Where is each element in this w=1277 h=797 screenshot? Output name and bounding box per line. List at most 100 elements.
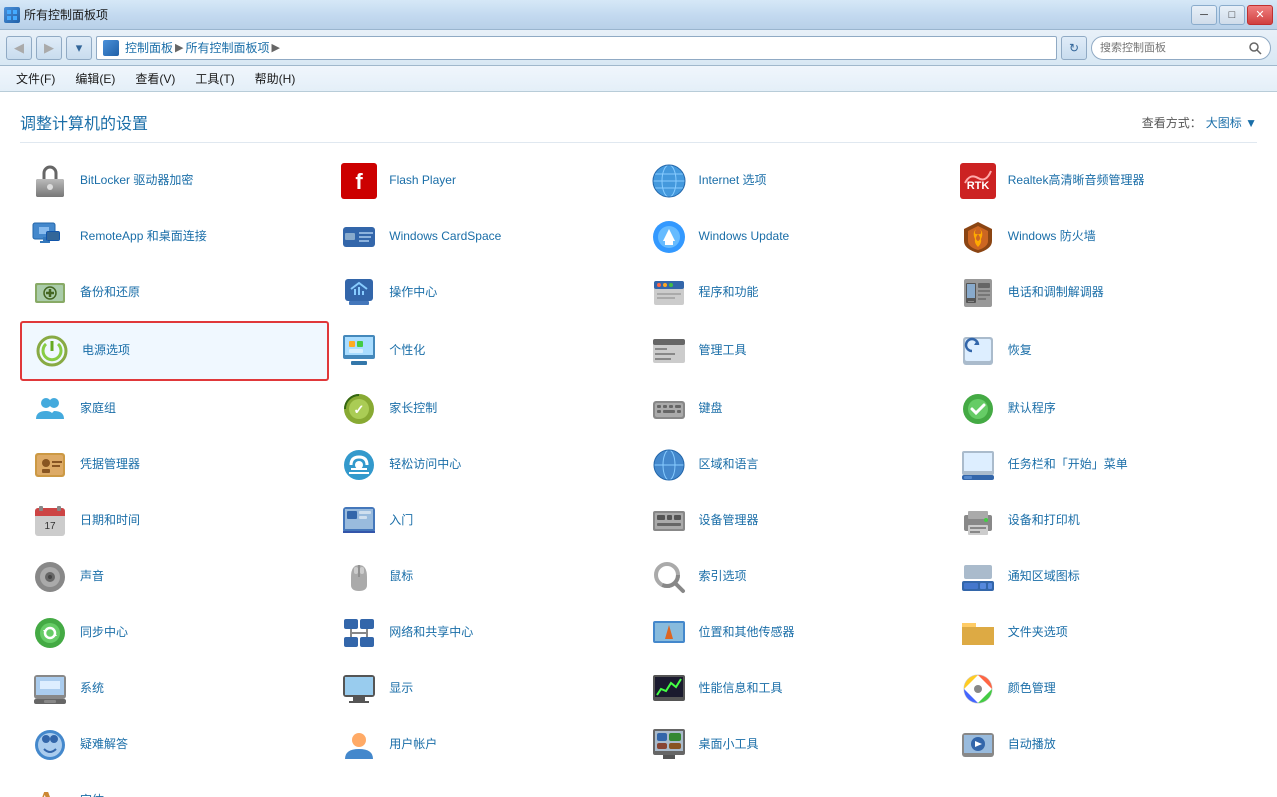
item-taskbar-label: 任务栏和「开始」菜单: [1008, 457, 1128, 473]
item-flash[interactable]: f Flash Player: [329, 153, 638, 209]
item-notifyarea[interactable]: 通知区域图标: [948, 549, 1257, 605]
item-cardspace[interactable]: Windows CardSpace: [329, 209, 638, 265]
item-winupdate[interactable]: Windows Update: [639, 209, 948, 265]
item-autoplay-label: 自动播放: [1008, 737, 1056, 753]
item-indexing[interactable]: 索引选项: [639, 549, 948, 605]
icon-ease: [339, 445, 379, 485]
item-gadget[interactable]: 桌面小工具: [639, 717, 948, 773]
item-devmgr[interactable]: 设备管理器: [639, 493, 948, 549]
item-parental[interactable]: ✓ 家长控制: [329, 381, 638, 437]
search-input[interactable]: [1100, 42, 1244, 54]
item-location-label: 位置和其他传感器: [699, 625, 795, 641]
item-user[interactable]: 用户帐户: [329, 717, 638, 773]
item-credential-label: 凭据管理器: [80, 457, 140, 473]
item-keyboard-label: 键盘: [699, 401, 723, 417]
item-fonts-label: 字体: [80, 793, 104, 797]
view-label: 查看方式：: [1142, 114, 1202, 131]
menu-help[interactable]: 帮助(H): [247, 68, 304, 89]
forward-button[interactable]: ▶: [36, 36, 62, 60]
view-options: 查看方式： 大图标 ▼: [1142, 114, 1257, 131]
icon-location: [649, 613, 689, 653]
item-default[interactable]: 默认程序: [948, 381, 1257, 437]
back-button[interactable]: ◀: [6, 36, 32, 60]
menu-bar: 文件(F) 编辑(E) 查看(V) 工具(T) 帮助(H): [0, 66, 1277, 92]
breadcrumb-home-icon: [103, 40, 119, 56]
item-color-label: 颜色管理: [1008, 681, 1056, 697]
icon-firewall: [958, 217, 998, 257]
title-bar-controls: ─ □ ✕: [1191, 5, 1273, 25]
recent-button[interactable]: ▾: [66, 36, 92, 60]
menu-tools[interactable]: 工具(T): [187, 68, 242, 89]
item-datetime[interactable]: 17 日期和时间: [20, 493, 329, 549]
item-taskbar[interactable]: 任务栏和「开始」菜单: [948, 437, 1257, 493]
item-trouble[interactable]: 疑难解答: [20, 717, 329, 773]
refresh-button[interactable]: ↻: [1061, 36, 1087, 60]
address-bar: ◀ ▶ ▾ 控制面板 ▶ 所有控制面板项 ▶ ↻: [0, 30, 1277, 66]
item-autoplay[interactable]: 自动播放: [948, 717, 1257, 773]
item-recovery[interactable]: 恢复: [948, 321, 1257, 381]
breadcrumb-item-1[interactable]: 控制面板: [125, 39, 173, 56]
item-sound[interactable]: 声音: [20, 549, 329, 605]
item-firewall[interactable]: Windows 防火墙: [948, 209, 1257, 265]
item-realtek[interactable]: RTK Realtek高清晰音频管理器: [948, 153, 1257, 209]
item-cardspace-label: Windows CardSpace: [389, 229, 501, 245]
item-folder-label: 文件夹选项: [1008, 625, 1068, 641]
maximize-button[interactable]: □: [1219, 5, 1245, 25]
menu-view[interactable]: 查看(V): [127, 68, 183, 89]
item-display[interactable]: 显示: [329, 661, 638, 717]
item-power[interactable]: 电源选项: [20, 321, 329, 381]
item-display-label: 显示: [389, 681, 413, 697]
item-homegroup[interactable]: 家庭组: [20, 381, 329, 437]
item-perf[interactable]: 性能信息和工具: [639, 661, 948, 717]
menu-edit[interactable]: 编辑(E): [67, 68, 123, 89]
item-folder[interactable]: 文件夹选项: [948, 605, 1257, 661]
item-color[interactable]: 颜色管理: [948, 661, 1257, 717]
icon-devmgr: [649, 501, 689, 541]
icon-homegroup: [30, 389, 70, 429]
svg-text:RTK: RTK: [966, 180, 989, 192]
item-network[interactable]: 网络和共享中心: [329, 605, 638, 661]
item-devprinter[interactable]: 设备和打印机: [948, 493, 1257, 549]
icon-datetime: 17: [30, 501, 70, 541]
item-mouse[interactable]: 鼠标: [329, 549, 638, 605]
item-devprinter-label: 设备和打印机: [1008, 513, 1080, 529]
search-bar[interactable]: [1091, 36, 1271, 60]
icon-synccenter: [30, 613, 70, 653]
item-action[interactable]: 操作中心: [329, 265, 638, 321]
item-keyboard[interactable]: 键盘: [639, 381, 948, 437]
item-region-label: 区域和语言: [699, 457, 759, 473]
item-manage-label: 管理工具: [699, 343, 747, 359]
item-getstarted[interactable]: 入门: [329, 493, 638, 549]
item-ease[interactable]: 轻松访问中心: [329, 437, 638, 493]
menu-file[interactable]: 文件(F): [8, 68, 63, 89]
breadcrumb: 控制面板 ▶ 所有控制面板项 ▶: [96, 36, 1057, 60]
item-manage[interactable]: 管理工具: [639, 321, 948, 381]
icon-folder: [958, 613, 998, 653]
icon-action: [339, 273, 379, 313]
item-remoteapp[interactable]: RemoteApp 和桌面连接: [20, 209, 329, 265]
item-personal-label: 个性化: [389, 343, 425, 359]
minimize-button[interactable]: ─: [1191, 5, 1217, 25]
item-fonts[interactable]: A 字体: [20, 773, 329, 797]
item-programs[interactable]: 程序和功能: [639, 265, 948, 321]
item-bitlocker[interactable]: BitLocker 驱动器加密: [20, 153, 329, 209]
item-personal[interactable]: 个性化: [329, 321, 638, 381]
item-internet[interactable]: Internet 选项: [639, 153, 948, 209]
breadcrumb-item-2[interactable]: 所有控制面板项: [185, 39, 269, 56]
item-indexing-label: 索引选项: [699, 569, 747, 585]
item-trouble-label: 疑难解答: [80, 737, 128, 753]
item-location[interactable]: 位置和其他传感器: [639, 605, 948, 661]
item-synccenter[interactable]: 同步中心: [20, 605, 329, 661]
item-region[interactable]: 区域和语言: [639, 437, 948, 493]
item-system[interactable]: 系统: [20, 661, 329, 717]
icon-gadget: [649, 725, 689, 765]
item-parental-label: 家长控制: [389, 401, 437, 417]
item-sound-label: 声音: [80, 569, 104, 585]
close-button[interactable]: ✕: [1247, 5, 1273, 25]
item-credential[interactable]: 凭据管理器: [20, 437, 329, 493]
item-backup[interactable]: 备份和还原: [20, 265, 329, 321]
item-programs-label: 程序和功能: [699, 285, 759, 301]
search-icon: [1248, 41, 1262, 55]
item-phone[interactable]: 电话和调制解调器: [948, 265, 1257, 321]
view-mode-button[interactable]: 大图标 ▼: [1206, 114, 1257, 131]
